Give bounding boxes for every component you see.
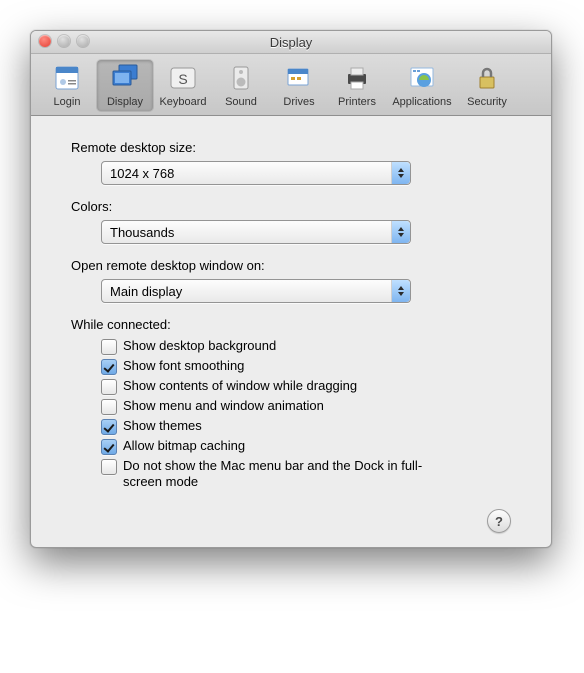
checkbox-label: Show menu and window animation	[123, 398, 324, 414]
checkbox[interactable]	[101, 459, 117, 475]
toolbar-label: Applications	[392, 96, 451, 108]
toolbar-security[interactable]: Security	[459, 60, 515, 111]
open-on-label: Open remote desktop window on:	[71, 258, 511, 273]
help-icon: ?	[495, 514, 503, 529]
option-row: Show themes	[101, 418, 511, 435]
titlebar: Display	[31, 31, 551, 54]
stepper-icon	[391, 162, 410, 184]
while-connected-label: While connected:	[71, 317, 511, 332]
remote-size-label: Remote desktop size:	[71, 140, 511, 155]
applications-icon	[406, 62, 438, 94]
toolbar-label: Login	[54, 96, 81, 108]
svg-text:S: S	[178, 71, 187, 87]
zoom-window-button[interactable]	[77, 35, 89, 47]
stepper-icon	[391, 280, 410, 302]
toolbar-keyboard[interactable]: S Keyboard	[155, 60, 211, 111]
toolbar-applications[interactable]: Applications	[387, 60, 457, 111]
toolbar-login[interactable]: Login	[39, 60, 95, 111]
content-pane: Remote desktop size: 1024 x 768 Colors: …	[31, 116, 551, 547]
checkbox-label: Do not show the Mac menu bar and the Doc…	[123, 458, 423, 490]
select-value: Main display	[110, 284, 182, 299]
sound-icon	[225, 62, 257, 94]
toolbar-label: Drives	[283, 96, 314, 108]
remote-size-select[interactable]: 1024 x 768	[101, 161, 411, 185]
checkbox[interactable]	[101, 439, 117, 455]
drives-icon	[283, 62, 315, 94]
option-row: Show contents of window while dragging	[101, 378, 511, 395]
checkbox[interactable]	[101, 339, 117, 355]
toolbar-drives[interactable]: Drives	[271, 60, 327, 111]
help-button[interactable]: ?	[487, 509, 511, 533]
keyboard-icon: S	[167, 62, 199, 94]
open-on-select[interactable]: Main display	[101, 279, 411, 303]
security-icon	[471, 62, 503, 94]
select-value: Thousands	[110, 225, 174, 240]
close-window-button[interactable]	[39, 35, 51, 47]
select-value: 1024 x 768	[110, 166, 174, 181]
checkbox-label: Show font smoothing	[123, 358, 244, 374]
colors-label: Colors:	[71, 199, 511, 214]
display-icon	[109, 62, 141, 94]
checkbox-label: Show contents of window while dragging	[123, 378, 357, 394]
toolbar-label: Security	[467, 96, 507, 108]
checkbox[interactable]	[101, 379, 117, 395]
toolbar-printers[interactable]: Printers	[329, 60, 385, 111]
option-row: Do not show the Mac menu bar and the Doc…	[101, 458, 511, 490]
window-title: Display	[270, 35, 313, 50]
checkbox[interactable]	[101, 399, 117, 415]
colors-select[interactable]: Thousands	[101, 220, 411, 244]
option-row: Show desktop background	[101, 338, 511, 355]
toolbar-label: Sound	[225, 96, 257, 108]
option-row: Show font smoothing	[101, 358, 511, 375]
option-row: Allow bitmap caching	[101, 438, 511, 455]
window-controls	[39, 35, 89, 47]
toolbar-display[interactable]: Display	[97, 60, 153, 111]
checkbox[interactable]	[101, 359, 117, 375]
checkbox[interactable]	[101, 419, 117, 435]
checkbox-label: Show desktop background	[123, 338, 276, 354]
toolbar-sound[interactable]: Sound	[213, 60, 269, 111]
minimize-window-button[interactable]	[58, 35, 70, 47]
toolbar-label: Keyboard	[159, 96, 206, 108]
option-row: Show menu and window animation	[101, 398, 511, 415]
stepper-icon	[391, 221, 410, 243]
toolbar-label: Display	[107, 96, 143, 108]
checkbox-label: Allow bitmap caching	[123, 438, 245, 454]
printers-icon	[341, 62, 373, 94]
checkbox-label: Show themes	[123, 418, 202, 434]
toolbar: Login Display S Keyboard Sound Drives	[31, 54, 551, 116]
preferences-window: Display Login Display S Keyboard Sound	[30, 30, 552, 548]
toolbar-label: Printers	[338, 96, 376, 108]
login-icon	[51, 62, 83, 94]
